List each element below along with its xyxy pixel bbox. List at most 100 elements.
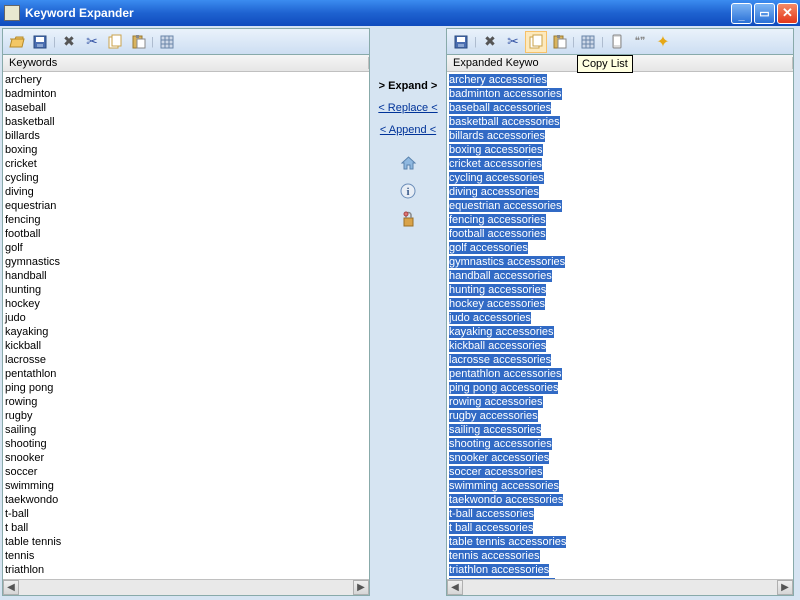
list-item[interactable]: kayaking	[5, 325, 367, 339]
list-item[interactable]: golf	[5, 241, 367, 255]
list-item[interactable]: rugby accessories	[449, 409, 791, 423]
list-item[interactable]: judo	[5, 311, 367, 325]
list-item[interactable]: gymnastics	[5, 255, 367, 269]
scroll-right-icon[interactable]: ▶	[777, 580, 793, 595]
list-item[interactable]: fencing accessories	[449, 213, 791, 227]
left-header[interactable]: Keywords	[3, 55, 369, 72]
copy-icon[interactable]	[104, 31, 126, 53]
list-item[interactable]: cycling accessories	[449, 171, 791, 185]
keywords-list[interactable]: archerybadmintonbaseballbasketballbillar…	[3, 72, 369, 579]
list-item[interactable]: kickball	[5, 339, 367, 353]
list-item[interactable]: soccer	[5, 465, 367, 479]
list-item[interactable]: pentathlon	[5, 367, 367, 381]
list-item[interactable]: ping pong accessories	[449, 381, 791, 395]
save-icon[interactable]	[450, 31, 472, 53]
device-icon[interactable]	[606, 31, 628, 53]
list-item[interactable]: archery accessories	[449, 73, 791, 87]
lock-icon[interactable]	[399, 210, 417, 228]
list-item[interactable]: fencing	[5, 213, 367, 227]
list-item[interactable]: hunting	[5, 283, 367, 297]
list-item[interactable]: billards accessories	[449, 129, 791, 143]
list-item[interactable]: lacrosse	[5, 353, 367, 367]
list-item[interactable]: golf accessories	[449, 241, 791, 255]
list-item[interactable]: shooting accessories	[449, 437, 791, 451]
list-item[interactable]: triathlon accessories	[449, 563, 791, 577]
list-item[interactable]: handball accessories	[449, 269, 791, 283]
delete-icon[interactable]: ✖	[479, 31, 501, 53]
list-item[interactable]: billards	[5, 129, 367, 143]
list-item[interactable]: table tennis	[5, 535, 367, 549]
delete-icon[interactable]: ✖	[58, 31, 80, 53]
list-item[interactable]: cricket accessories	[449, 157, 791, 171]
list-item[interactable]: gymnastics accessories	[449, 255, 791, 269]
scroll-right-icon[interactable]: ▶	[353, 580, 369, 595]
list-item[interactable]: t-ball	[5, 507, 367, 521]
list-item[interactable]: tennis accessories	[449, 549, 791, 563]
maximize-button[interactable]: ▭	[754, 3, 775, 24]
quote-icon[interactable]: ❝❞	[629, 31, 651, 53]
list-item[interactable]: tennis	[5, 549, 367, 563]
list-item[interactable]: hunting accessories	[449, 283, 791, 297]
paste-icon[interactable]	[548, 31, 570, 53]
list-item[interactable]: boxing	[5, 143, 367, 157]
list-item[interactable]: archery	[5, 73, 367, 87]
list-item[interactable]: taekwondo accessories	[449, 493, 791, 507]
append-button[interactable]: < Append <	[375, 120, 441, 140]
list-item[interactable]: triathlon	[5, 563, 367, 577]
list-item[interactable]: snooker	[5, 451, 367, 465]
list-item[interactable]: diving accessories	[449, 185, 791, 199]
list-item[interactable]: judo accessories	[449, 311, 791, 325]
grid-icon[interactable]	[577, 31, 599, 53]
list-item[interactable]: rowing	[5, 395, 367, 409]
list-item[interactable]: handball	[5, 269, 367, 283]
expand-button[interactable]: > Expand >	[375, 76, 441, 96]
list-item[interactable]: swimming	[5, 479, 367, 493]
list-item[interactable]: rowing accessories	[449, 395, 791, 409]
list-item[interactable]: diving	[5, 185, 367, 199]
scroll-left-icon[interactable]: ◀	[3, 580, 19, 595]
list-item[interactable]: t ball	[5, 521, 367, 535]
left-hscroll[interactable]: ◀ ▶	[3, 579, 369, 595]
scroll-left-icon[interactable]: ◀	[447, 580, 463, 595]
list-item[interactable]: rugby	[5, 409, 367, 423]
expanded-list[interactable]: archery accessoriesbadminton accessories…	[447, 72, 793, 579]
list-item[interactable]: badminton accessories	[449, 87, 791, 101]
list-item[interactable]: basketball accessories	[449, 115, 791, 129]
list-item[interactable]: badminton	[5, 87, 367, 101]
save-icon[interactable]	[29, 31, 51, 53]
list-item[interactable]: hockey	[5, 297, 367, 311]
copy-list-icon[interactable]	[525, 31, 547, 53]
list-item[interactable]: soccer accessories	[449, 465, 791, 479]
paste-icon[interactable]	[127, 31, 149, 53]
list-item[interactable]: sailing accessories	[449, 423, 791, 437]
close-button[interactable]: ✕	[777, 3, 798, 24]
cut-icon[interactable]: ✂	[502, 31, 524, 53]
list-item[interactable]: baseball accessories	[449, 101, 791, 115]
list-item[interactable]: cricket	[5, 157, 367, 171]
list-item[interactable]: hockey accessories	[449, 297, 791, 311]
list-item[interactable]: lacrosse accessories	[449, 353, 791, 367]
star-icon[interactable]: ✦	[652, 31, 674, 53]
list-item[interactable]: football	[5, 227, 367, 241]
list-item[interactable]: t-ball accessories	[449, 507, 791, 521]
list-item[interactable]: boxing accessories	[449, 143, 791, 157]
list-item[interactable]: kayaking accessories	[449, 325, 791, 339]
list-item[interactable]: equestrian accessories	[449, 199, 791, 213]
list-item[interactable]: football accessories	[449, 227, 791, 241]
list-item[interactable]: kickball accessories	[449, 339, 791, 353]
list-item[interactable]: sailing	[5, 423, 367, 437]
open-icon[interactable]	[6, 31, 28, 53]
grid-icon[interactable]	[156, 31, 178, 53]
list-item[interactable]: swimming accessories	[449, 479, 791, 493]
minimize-button[interactable]: _	[731, 3, 752, 24]
right-hscroll[interactable]: ◀ ▶	[447, 579, 793, 595]
list-item[interactable]: taekwondo	[5, 493, 367, 507]
list-item[interactable]: pentathlon accessories	[449, 367, 791, 381]
list-item[interactable]: table tennis accessories	[449, 535, 791, 549]
list-item[interactable]: ping pong	[5, 381, 367, 395]
info-icon[interactable]: i	[399, 182, 417, 200]
list-item[interactable]: basketball	[5, 115, 367, 129]
list-item[interactable]: equestrian	[5, 199, 367, 213]
list-item[interactable]: t ball accessories	[449, 521, 791, 535]
cut-icon[interactable]: ✂	[81, 31, 103, 53]
